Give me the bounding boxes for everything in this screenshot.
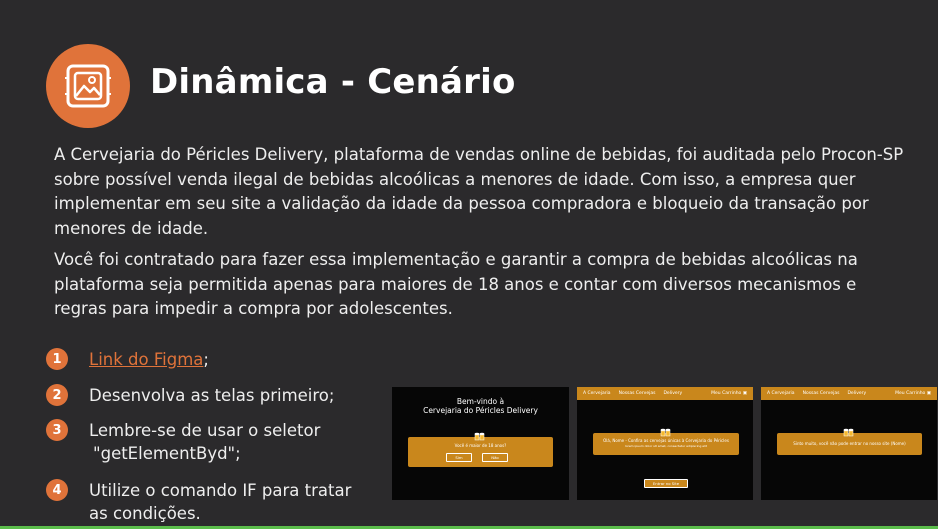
nav-item-cart[interactable]: Meu Carrinho ▣	[895, 391, 931, 396]
scenario-paragraph-1: A Cervejaria do Péricles Delivery, plata…	[54, 145, 904, 238]
step-number-badge: 3	[46, 419, 68, 441]
nav-item-cart[interactable]: Meu Carrinho ▣	[711, 391, 747, 396]
welcome-message-box: Olá, Nome - Confira as cervejas únicas à…	[593, 428, 739, 455]
step-4-line-1: Utilize o comando IF para tratar	[89, 481, 352, 500]
step-3: 3 Lembre-se de usar o seletor "getElemen…	[46, 419, 354, 465]
beer-mugs-icon	[843, 428, 854, 437]
step-2: 2 Desenvolva as telas primeiro;	[46, 384, 354, 407]
age-question: Você é maior de 18 anos?	[454, 443, 507, 448]
denied-message-box: Sinto muito, você não pode entrar no nos…	[777, 428, 922, 455]
beer-mugs-icon	[660, 428, 671, 437]
page-title: Dinâmica - Cenário	[150, 62, 516, 102]
step-1-suffix: ;	[203, 350, 209, 369]
image-gallery-icon	[65, 64, 111, 108]
nav-item-delivery[interactable]: Delivery	[663, 391, 682, 396]
nav-item-cervejas[interactable]: Nossas Cervejas	[803, 391, 840, 396]
step-4: 4 Utilize o comando IF para tratar as co…	[46, 479, 354, 525]
step-4-line-2: as condições.	[89, 504, 201, 523]
step-number-badge: 4	[46, 479, 68, 501]
yes-button[interactable]: Sim	[446, 453, 472, 462]
logo-badge	[46, 44, 130, 128]
step-number-badge: 1	[46, 348, 68, 370]
screen-mockup-age-check: Bem-vindo à Cervejaria do Péricles Deliv…	[392, 387, 569, 500]
welcome-message: Olá, Nome - Confira as cervejas únicas à…	[603, 438, 729, 443]
step-1: 1 Link do Figma;	[46, 348, 354, 371]
navbar: A Cervejaria Nossas Cervejas Delivery Me…	[761, 387, 937, 400]
step-number-badge: 2	[46, 384, 68, 406]
welcome-subtext: lorem ipsum dolor sit amet, consectetur …	[625, 444, 707, 448]
nav-item-cervejas[interactable]: Nossas Cervejas	[619, 391, 656, 396]
step-3-line-2: "getElementByd";	[93, 444, 241, 463]
nav-item-cervejaria[interactable]: A Cervejaria	[767, 391, 795, 396]
welcome-line-1: Bem-vindo à	[456, 397, 505, 406]
scenario-paragraph-2: Você foi contratado para fazer essa impl…	[54, 250, 858, 318]
navbar: A Cervejaria Nossas Cervejas Delivery Me…	[577, 387, 753, 400]
beer-mugs-icon	[474, 432, 485, 441]
enter-site-button[interactable]: Entrar no Site	[644, 479, 688, 488]
step-2-text: Desenvolva as telas primeiro;	[89, 386, 335, 405]
welcome-line-2: Cervejaria do Péricles Delivery	[423, 406, 538, 415]
no-button[interactable]: Não	[482, 453, 508, 462]
denied-message: Sinto muito, você não pode entrar no nos…	[793, 441, 906, 446]
screen-mockup-denied: A Cervejaria Nossas Cervejas Delivery Me…	[761, 387, 937, 500]
step-3-line-1: Lembre-se de usar o seletor	[89, 421, 321, 440]
age-question-box: Você é maior de 18 anos? Sim Não	[408, 432, 553, 467]
figma-link[interactable]: Link do Figma	[89, 350, 203, 369]
nav-item-cervejaria[interactable]: A Cervejaria	[583, 391, 611, 396]
nav-item-delivery[interactable]: Delivery	[847, 391, 866, 396]
screen-mockup-allowed: A Cervejaria Nossas Cervejas Delivery Me…	[577, 387, 753, 500]
